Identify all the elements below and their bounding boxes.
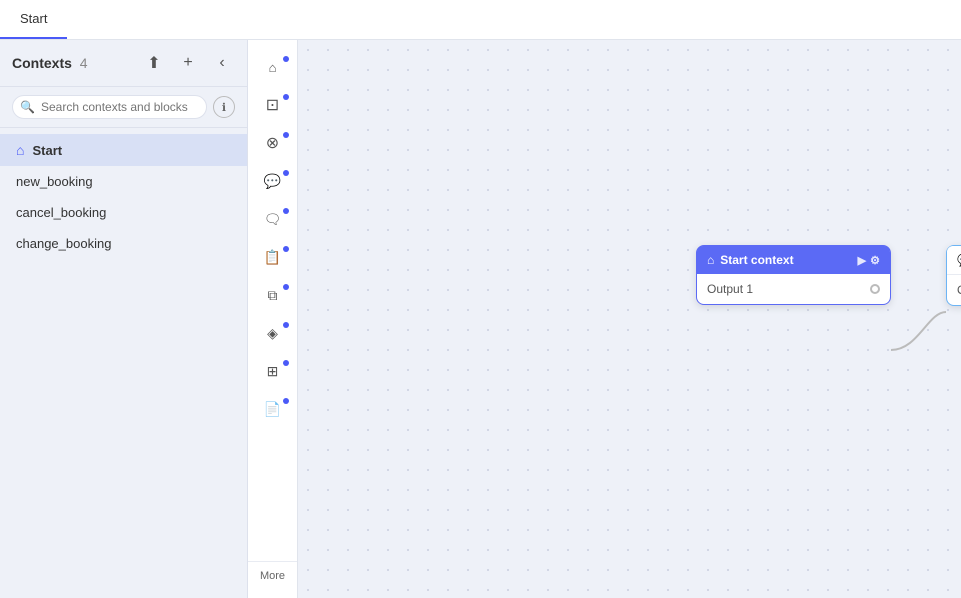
sidebar-header: Contexts 4 ⬆ + ‹	[0, 40, 247, 87]
home-icon: ⌂	[16, 142, 24, 158]
top-bar: Start	[0, 0, 961, 40]
grid-dot	[283, 360, 289, 366]
file-panel-icon: 📄	[264, 401, 281, 418]
diamond-panel-icon: ◈	[267, 325, 278, 342]
copy-panel-icon: ⧉	[268, 287, 278, 304]
more-button[interactable]: More	[248, 561, 297, 590]
add-context-button[interactable]: +	[175, 50, 201, 76]
search-bar: 🔍 ℹ	[0, 87, 247, 128]
node-start-header: ⌂ Start context ▶ ⚙	[697, 246, 890, 274]
home-dot	[283, 56, 289, 62]
node-greetings[interactable]: 💬 Greetings ▶ ⚙ Output 1	[946, 245, 961, 306]
icon-panel: ⌂ ⊡ ⊗ 💬 🗨 📋 ⧉ ◈	[248, 40, 298, 598]
canvas[interactable]: ⌂ Start context ▶ ⚙ Output 1 💬 Greetings	[298, 40, 961, 598]
node-start-actions: ▶ ⚙	[858, 254, 880, 267]
info-button[interactable]: ℹ	[213, 96, 235, 118]
input-dot	[283, 94, 289, 100]
node-start-play-button[interactable]: ▶	[858, 254, 866, 267]
close-circle-dot	[283, 132, 289, 138]
home-panel-icon: ⌂	[269, 60, 277, 75]
sidebar-item-new-booking[interactable]: new_booking	[0, 166, 247, 197]
panel-close-circle[interactable]: ⊗	[252, 124, 294, 162]
close-circle-panel-icon: ⊗	[266, 133, 279, 153]
sidebar-item-change-booking[interactable]: change_booking	[0, 228, 247, 259]
panel-document[interactable]: 📋	[252, 238, 294, 276]
document-panel-icon: 📋	[264, 249, 281, 266]
node-start-gear-button[interactable]: ⚙	[870, 254, 880, 267]
panel-home[interactable]: ⌂	[252, 48, 294, 86]
node-greetings-body: Output 1	[947, 275, 961, 305]
sidebar-item-label: cancel_booking	[16, 205, 106, 220]
upload-button[interactable]: ⬆	[141, 50, 167, 76]
panel-message[interactable]: 🗨	[252, 200, 294, 238]
node-greetings-header: 💬 Greetings ▶ ⚙	[947, 246, 961, 275]
sidebar: Contexts 4 ⬆ + ‹ 🔍 ℹ ⌂ Start new_booking	[0, 40, 248, 598]
node-start-output: Output 1	[707, 282, 880, 296]
sidebar-item-label: new_booking	[16, 174, 93, 189]
search-input[interactable]	[12, 95, 207, 119]
panel-copy[interactable]: ⧉	[252, 276, 294, 314]
node-start-output-label: Output 1	[707, 282, 753, 296]
panel-diamond[interactable]: ◈	[252, 314, 294, 352]
node-start-output-handle[interactable]	[870, 284, 880, 294]
sidebar-item-start[interactable]: ⌂ Start	[0, 134, 247, 166]
panel-input[interactable]: ⊡	[252, 86, 294, 124]
search-wrapper: 🔍	[12, 95, 207, 119]
panel-chat[interactable]: 💬	[252, 162, 294, 200]
sidebar-item-cancel-booking[interactable]: cancel_booking	[0, 197, 247, 228]
greetings-node-chat-icon: 💬	[957, 253, 961, 267]
node-start[interactable]: ⌂ Start context ▶ ⚙ Output 1	[696, 245, 891, 305]
node-greetings-output-label: Output 1	[957, 283, 961, 297]
chat-panel-icon: 💬	[264, 173, 281, 190]
search-icon: 🔍	[20, 100, 35, 114]
input-panel-icon: ⊡	[266, 95, 279, 115]
connectors-svg	[298, 40, 961, 598]
node-start-body: Output 1	[697, 274, 890, 304]
sidebar-list: ⌂ Start new_booking cancel_booking chang…	[0, 128, 247, 598]
sidebar-title: Contexts 4	[12, 55, 133, 71]
collapse-button[interactable]: ‹	[209, 50, 235, 76]
chat-dot	[283, 170, 289, 176]
sidebar-count: 4	[80, 55, 88, 71]
message-panel-icon: 🗨	[264, 211, 282, 228]
tab-start[interactable]: Start	[0, 0, 67, 39]
panel-grid[interactable]: ⊞	[252, 352, 294, 390]
panel-file[interactable]: 📄	[252, 390, 294, 428]
file-dot	[283, 398, 289, 404]
copy-dot	[283, 284, 289, 290]
diamond-dot	[283, 322, 289, 328]
sidebar-item-label: Start	[32, 143, 62, 158]
main-layout: Contexts 4 ⬆ + ‹ 🔍 ℹ ⌂ Start new_booking	[0, 40, 961, 598]
node-greetings-output: Output 1	[957, 283, 961, 297]
grid-panel-icon: ⊞	[267, 363, 279, 380]
document-dot	[283, 246, 289, 252]
node-start-title: Start context	[720, 253, 793, 267]
message-dot	[283, 208, 289, 214]
start-node-home-icon: ⌂	[707, 253, 714, 267]
sidebar-item-label: change_booking	[16, 236, 111, 251]
